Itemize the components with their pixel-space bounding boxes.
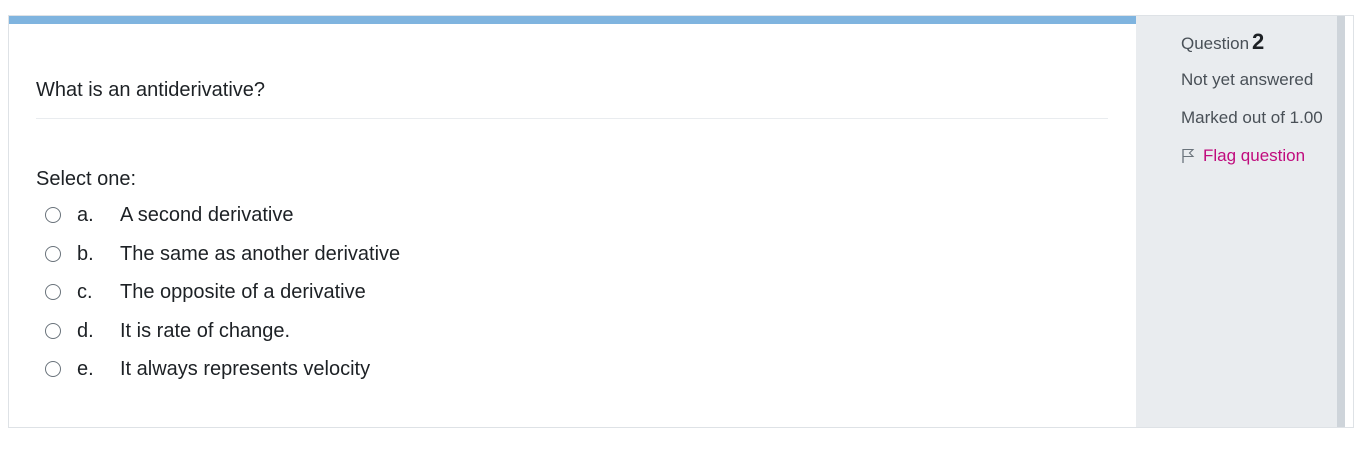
option-letter: c. — [77, 281, 93, 303]
flag-question-link[interactable]: Flag question — [1181, 146, 1305, 166]
option-text[interactable]: The same as another derivative — [120, 244, 400, 264]
option-letter: b. — [77, 242, 94, 265]
question-top-bar — [9, 16, 1136, 24]
question-label: Question — [1181, 34, 1250, 53]
radio-button-c[interactable] — [45, 284, 61, 300]
question-state: Not yet answered — [1181, 70, 1314, 89]
flag-question-label[interactable]: Flag question — [1203, 146, 1305, 166]
radio-button-d[interactable] — [45, 322, 61, 339]
option-letter: d. — [77, 319, 94, 342]
radio-button-e[interactable] — [45, 361, 61, 377]
option-text[interactable]: The opposite of a derivative — [120, 282, 366, 302]
answer-options: a. A second derivative b. The same as an… — [45, 205, 400, 398]
radio-button-a[interactable] — [45, 207, 61, 223]
divider — [36, 118, 1108, 119]
flag-icon[interactable] — [1181, 148, 1195, 164]
question-grade: Marked out of 1.00 — [1181, 108, 1323, 127]
question-text: What is an antiderivative? — [36, 79, 266, 101]
answer-option-a[interactable]: a. A second derivative — [45, 205, 400, 244]
option-text[interactable]: A second derivative — [120, 205, 293, 225]
question-number-value: 2 — [1252, 29, 1265, 54]
question-card: What is an antiderivative? Select one: a… — [8, 15, 1354, 428]
question-info-panel: Question 2 Not yet answered Marked out of… — [1136, 16, 1345, 427]
answer-option-e[interactable]: e. It always represents velocity — [45, 359, 400, 398]
option-letter: e. — [77, 358, 94, 380]
panel-edge — [1337, 16, 1345, 427]
option-letter: a. — [77, 204, 94, 226]
question-content: What is an antiderivative? Select one: a… — [9, 24, 1136, 428]
answer-option-c[interactable]: c. The opposite of a derivative — [45, 282, 400, 321]
radio-button-b[interactable] — [45, 245, 61, 262]
answer-option-b[interactable]: b. The same as another derivative — [45, 244, 400, 283]
answer-option-d[interactable]: d. It is rate of change. — [45, 321, 400, 360]
question-number: Question 2 — [1181, 29, 1264, 55]
option-text[interactable]: It is rate of change. — [120, 321, 290, 341]
option-text[interactable]: It always represents velocity — [120, 359, 370, 379]
select-one-label: Select one: — [36, 168, 137, 190]
